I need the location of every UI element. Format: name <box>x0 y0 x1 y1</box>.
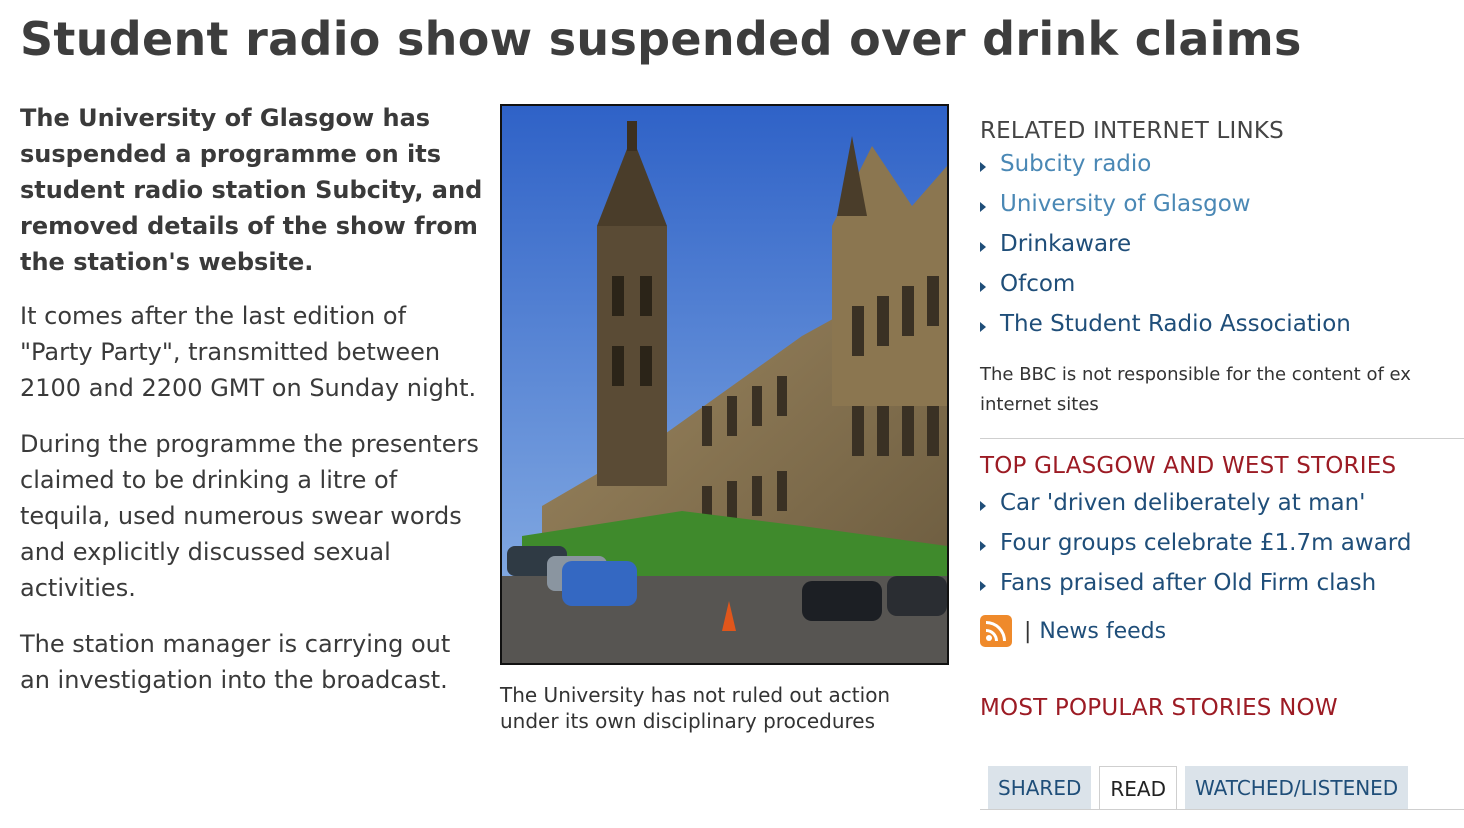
tab-watched-listened[interactable]: WATCHED/LISTENED <box>1184 766 1409 810</box>
article-intro: The University of Glasgow has suspended … <box>20 104 483 276</box>
article-paragraph: The station manager is carrying out an i… <box>20 630 451 694</box>
bullet-arrow-icon <box>980 581 986 591</box>
tabs-baseline <box>980 809 1464 810</box>
related-link-ofcom[interactable]: Ofcom <box>1000 271 1075 297</box>
related-link-item[interactable]: Drinkaware <box>980 224 1464 264</box>
top-story-link[interactable]: Four groups celebrate £1.7m award <box>1000 530 1411 556</box>
related-link-subcity[interactable]: Subcity radio <box>1000 151 1151 177</box>
university-photo <box>500 104 949 665</box>
news-feeds-link[interactable]: News feeds <box>1039 619 1166 644</box>
university-building-image <box>502 106 947 663</box>
top-stories-list: Car 'driven deliberately at man' Four gr… <box>980 483 1464 603</box>
article-paragraph: It comes after the last edition of "Part… <box>20 302 477 402</box>
related-link-student-radio-association[interactable]: The Student Radio Association <box>1000 311 1351 337</box>
bullet-arrow-icon <box>980 242 986 252</box>
article-paragraph: During the programme the presenters clai… <box>20 430 479 602</box>
rss-feed-icon[interactable] <box>980 615 1012 647</box>
sidebar: RELATED INTERNET LINKS Subcity radio Uni… <box>980 118 1464 721</box>
bullet-arrow-icon <box>980 501 986 511</box>
related-link-item[interactable]: The Student Radio Association <box>980 304 1464 344</box>
external-links-disclaimer: The BBC is not responsible for the conte… <box>980 360 1464 420</box>
top-story-item[interactable]: Car 'driven deliberately at man' <box>980 483 1464 523</box>
feeds-separator: | <box>1024 618 1032 644</box>
most-popular-heading: MOST POPULAR STORIES NOW <box>980 695 1338 721</box>
top-story-link[interactable]: Fans praised after Old Firm clash <box>1000 570 1376 596</box>
tab-shared[interactable]: SHARED <box>988 766 1092 810</box>
top-story-link[interactable]: Car 'driven deliberately at man' <box>1000 490 1365 516</box>
top-story-item[interactable]: Fans praised after Old Firm clash <box>980 563 1464 603</box>
related-link-drinkaware[interactable]: Drinkaware <box>1000 231 1131 257</box>
bullet-arrow-icon <box>980 541 986 551</box>
bullet-arrow-icon <box>980 162 986 172</box>
top-story-item[interactable]: Four groups celebrate £1.7m award <box>980 523 1464 563</box>
article-body: The University of Glasgow has suspended … <box>20 100 485 718</box>
bullet-arrow-icon <box>980 202 986 212</box>
bullet-arrow-icon <box>980 282 986 292</box>
related-link-item[interactable]: Subcity radio <box>980 144 1464 184</box>
top-stories-heading: TOP GLASGOW AND WEST STORIES <box>980 453 1397 479</box>
divider <box>980 438 1464 439</box>
bullet-arrow-icon <box>980 322 986 332</box>
tab-read[interactable]: READ <box>1099 766 1177 810</box>
disclaimer-line: The BBC is not responsible for the conte… <box>980 364 1411 385</box>
related-link-item[interactable]: University of Glasgow <box>980 184 1464 224</box>
photo-caption: The University has not ruled out action … <box>500 683 891 733</box>
related-link-glasgow-university[interactable]: University of Glasgow <box>1000 191 1251 217</box>
news-feeds-row: | News feeds <box>980 615 1464 647</box>
related-links-heading: RELATED INTERNET LINKS <box>980 118 1284 144</box>
most-popular-tabs: SHARED READ WATCHED/LISTENED <box>988 766 1416 810</box>
article-headline: Student radio show suspended over drink … <box>20 12 1302 66</box>
related-link-item[interactable]: Ofcom <box>980 264 1464 304</box>
related-links-list: Subcity radio University of Glasgow Drin… <box>980 144 1464 344</box>
disclaimer-line: internet sites <box>980 394 1099 415</box>
